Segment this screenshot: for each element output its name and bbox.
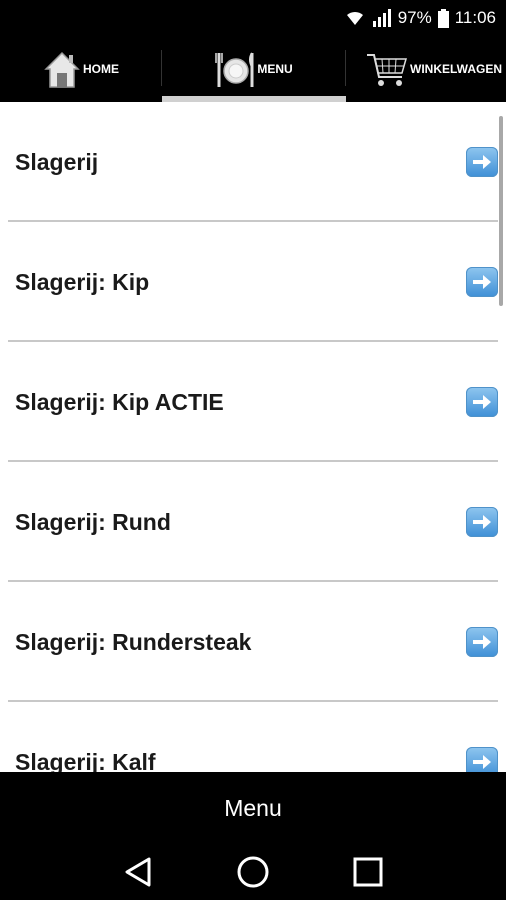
list-item-label: Slagerij: Kalf (15, 748, 156, 773)
menu-button[interactable]: Menu (0, 772, 506, 844)
list-item[interactable]: Slagerij: Rund (0, 462, 506, 582)
wifi-icon (344, 9, 366, 27)
home-icon (43, 49, 81, 89)
list-item-label: Slagerij: Kip (15, 268, 150, 295)
tab-bar: HOME MENU WINKELWAGEN (0, 36, 506, 102)
navigation-bar (0, 844, 506, 900)
menu-button-label: Menu (224, 794, 282, 821)
clock: 11:06 (454, 8, 496, 27)
home-circle-icon[interactable] (228, 847, 278, 897)
list-item[interactable]: Slagerij: Kip (0, 222, 506, 342)
list-item[interactable]: Slagerij (0, 102, 506, 222)
list-item[interactable]: Slagerij: Kalf (0, 702, 506, 772)
battery-percentage: 97% (397, 8, 432, 27)
arrow-right-icon[interactable] (466, 507, 498, 537)
recents-icon[interactable] (343, 847, 393, 897)
status-bar: 97% 11:06 (0, 0, 506, 36)
tab-winkelwagen[interactable]: WINKELWAGEN (346, 36, 506, 102)
list-item-label: Slagerij: Rundersteak (15, 628, 252, 655)
battery-icon (437, 8, 449, 28)
tab-menu-label: MENU (257, 62, 293, 76)
tab-home[interactable]: HOME (0, 36, 162, 102)
signal-icon (372, 9, 392, 27)
arrow-right-icon[interactable] (466, 747, 498, 772)
scrollbar[interactable] (499, 116, 503, 306)
list-item-label: Slagerij (15, 148, 99, 175)
arrow-right-icon[interactable] (466, 267, 498, 297)
list-item[interactable]: Slagerij: Kip ACTIE (0, 342, 506, 462)
tab-winkelwagen-label: WINKELWAGEN (410, 62, 502, 76)
tab-menu[interactable]: MENU (162, 36, 346, 102)
list-item-label: Slagerij: Kip ACTIE (15, 388, 224, 415)
shopping-cart-icon (366, 49, 408, 89)
list-item[interactable]: Slagerij: Rundersteak (0, 582, 506, 702)
arrow-right-icon[interactable] (466, 147, 498, 177)
menu-category-list: Slagerij Slagerij: Kip Slagerij: Kip ACT… (0, 102, 506, 772)
back-icon[interactable] (113, 847, 163, 897)
arrow-right-icon[interactable] (466, 387, 498, 417)
arrow-right-icon[interactable] (466, 627, 498, 657)
tab-home-label: HOME (83, 62, 119, 76)
list-item-label: Slagerij: Rund (15, 508, 171, 535)
plate-cutlery-icon (215, 49, 255, 89)
